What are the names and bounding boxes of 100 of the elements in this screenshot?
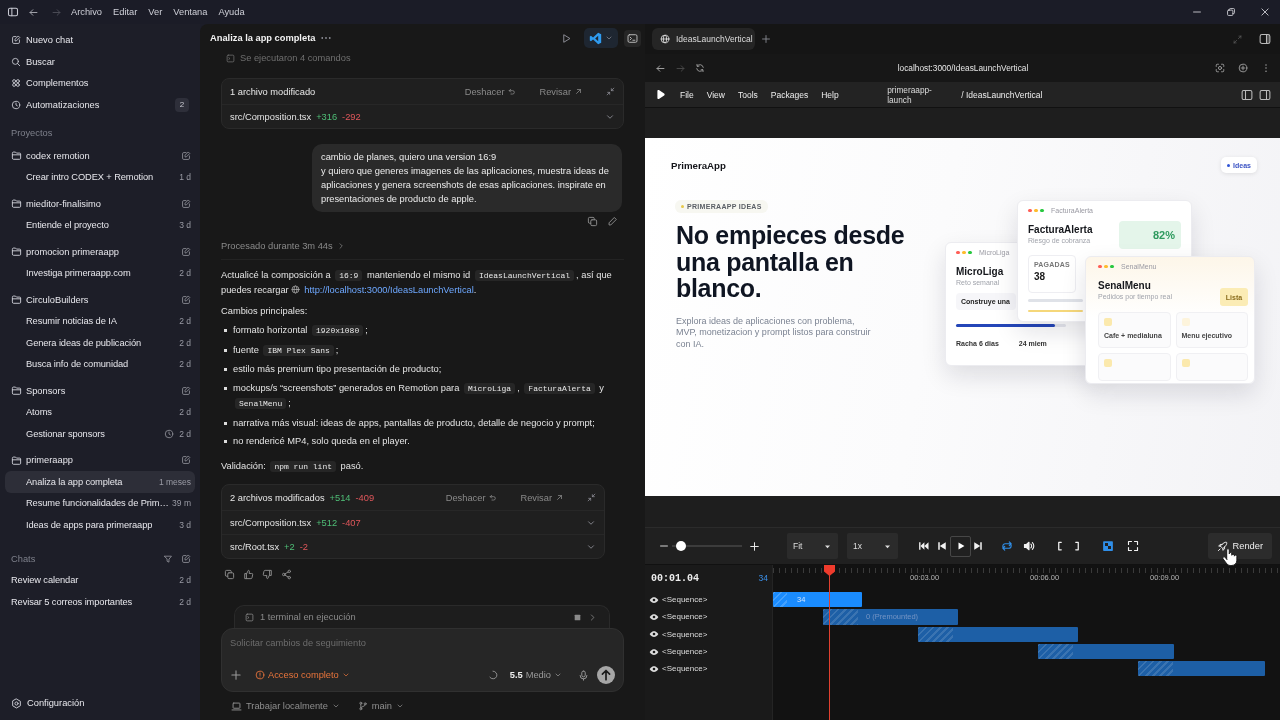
settings-item[interactable]: Configuración xyxy=(5,692,195,714)
compose-icon[interactable] xyxy=(181,455,191,466)
add-icon[interactable] xyxy=(230,669,242,681)
collapse-icon[interactable] xyxy=(587,493,596,502)
chat-item[interactable]: Genera ideas de publicación 2 d xyxy=(5,332,195,354)
checkerboard-icon[interactable] xyxy=(1102,540,1114,552)
chat-item[interactable]: Revisar 5 correos importantes 2 d xyxy=(5,591,195,613)
browser-tab[interactable]: IdeasLaunchVertical xyxy=(652,28,755,50)
pencil-icon[interactable] xyxy=(607,216,618,227)
file-row[interactable]: src/Root.tsx +2 -2 xyxy=(222,534,604,558)
play-icon[interactable] xyxy=(560,32,572,44)
sidebar-nav-item[interactable]: Nuevo chat xyxy=(5,29,195,51)
add-circle-icon[interactable] xyxy=(1238,63,1248,73)
share-icon[interactable] xyxy=(281,569,292,580)
copy-icon[interactable] xyxy=(587,216,598,227)
reload-icon[interactable] xyxy=(695,63,705,73)
eye-icon[interactable] xyxy=(649,629,659,640)
chat-item[interactable]: Ideas de apps para primeraapp 3 d xyxy=(5,514,195,536)
new-tab-icon[interactable] xyxy=(761,34,771,44)
chat-item[interactable]: Investiga primeraapp.com 2 d xyxy=(5,262,195,284)
speed-dropdown[interactable]: 1x xyxy=(847,533,898,559)
sequence-clip[interactable] xyxy=(1138,661,1265,677)
menu-item[interactable]: Tools xyxy=(731,89,765,100)
play-logo-icon[interactable] xyxy=(655,89,666,100)
slider-thumb[interactable] xyxy=(676,541,687,551)
project-item[interactable]: promocion primeraapp xyxy=(5,241,195,263)
menu-item[interactable]: Ver xyxy=(142,0,168,24)
send-icon[interactable] xyxy=(597,666,615,684)
sidebar-nav-item[interactable]: Automatizaciones 2 xyxy=(5,94,195,116)
screenshot-icon[interactable] xyxy=(1215,63,1225,73)
project-item[interactable]: CirculoBuilders xyxy=(5,289,195,311)
processed-toggle[interactable]: Procesado durante 3m 44s xyxy=(221,239,345,253)
open-in-editor-button[interactable] xyxy=(584,28,618,48)
chat-item[interactable]: Review calendar 2 d xyxy=(5,569,195,591)
file-row[interactable]: src/Composition.tsx +512 -407 xyxy=(222,510,604,534)
skip-to-start-icon[interactable] xyxy=(918,540,930,552)
compose-icon[interactable] xyxy=(181,150,191,161)
chat-item[interactable]: Resume funcionalidades de Prim… 39 m xyxy=(5,492,195,514)
workspace-dropdown[interactable]: Trabajar localmente xyxy=(231,700,340,712)
compose-icon[interactable] xyxy=(181,553,191,564)
step-back-icon[interactable] xyxy=(936,540,948,552)
url-field[interactable]: localhost:3000/IdeasLaunchVertical xyxy=(897,63,1029,73)
fit-dropdown[interactable]: Fit xyxy=(787,533,838,559)
play-button[interactable] xyxy=(950,535,971,557)
back-arrow-icon[interactable] xyxy=(28,6,39,18)
menu-item[interactable]: Packages xyxy=(764,89,815,100)
back-arrow-icon[interactable] xyxy=(655,62,666,74)
sequence-clip[interactable] xyxy=(918,626,1078,642)
chat-item[interactable]: Analiza la app completa 1 meses xyxy=(5,471,195,493)
compose-icon[interactable] xyxy=(181,198,191,209)
zoom-in-icon[interactable] xyxy=(749,540,760,552)
restore-icon[interactable] xyxy=(1226,7,1236,17)
menu-item[interactable]: Editar xyxy=(107,0,143,24)
sidebar-nav-item[interactable]: Buscar xyxy=(5,51,195,73)
thumbs-down-icon[interactable] xyxy=(262,569,273,580)
message-input[interactable]: Solicitar cambios de seguimiento xyxy=(230,636,615,650)
sidebar-toggle-icon[interactable] xyxy=(7,6,19,18)
branch-dropdown[interactable]: main xyxy=(357,701,404,711)
in-point-icon[interactable] xyxy=(1055,541,1065,551)
copy-icon[interactable] xyxy=(224,569,235,580)
sequence-clip[interactable] xyxy=(1038,643,1174,660)
chat-item[interactable]: Busca info de comunidad 2 d xyxy=(5,353,195,375)
eye-icon[interactable] xyxy=(649,646,659,657)
compose-icon[interactable] xyxy=(181,385,191,396)
project-item[interactable]: primeraapp xyxy=(5,449,195,471)
left-panel-icon[interactable] xyxy=(1241,88,1253,101)
menu-item[interactable]: File xyxy=(673,89,701,100)
playhead[interactable] xyxy=(824,565,835,720)
fullscreen-icon[interactable] xyxy=(1127,540,1139,552)
menu-item[interactable]: Ventana xyxy=(167,0,213,24)
chat-item[interactable]: Resumir noticias de IA 2 d xyxy=(5,310,195,332)
loop-icon[interactable] xyxy=(1001,540,1013,552)
chat-item[interactable]: Gestionar sponsors 2 d xyxy=(5,423,195,445)
chat-item[interactable]: Crear intro CODEX + Remotion 1 d xyxy=(5,166,195,188)
menu-item[interactable]: View xyxy=(700,89,732,100)
filter-icon[interactable] xyxy=(163,553,173,564)
stop-icon[interactable] xyxy=(573,612,582,622)
thumbs-up-icon[interactable] xyxy=(243,569,254,580)
out-point-icon[interactable] xyxy=(1072,541,1082,551)
eye-icon[interactable] xyxy=(649,594,659,605)
access-dropdown[interactable]: Acceso completo xyxy=(255,670,350,680)
compose-icon[interactable] xyxy=(181,246,191,257)
review-button[interactable]: Revisar xyxy=(539,86,583,97)
compose-icon[interactable] xyxy=(181,294,191,305)
sidebar-nav-item[interactable]: Complementos xyxy=(5,72,195,94)
menu-item[interactable]: Archivo xyxy=(65,0,108,24)
url-link[interactable]: http://localhost:3000/IdeasLaunchVertical xyxy=(291,285,474,295)
right-panel-icon[interactable] xyxy=(1259,88,1271,101)
review-button[interactable]: Revisar xyxy=(520,492,564,503)
project-item[interactable]: mieditor-finalisimo xyxy=(5,193,195,215)
mic-icon[interactable] xyxy=(578,669,589,681)
undo-button[interactable]: Deshacer xyxy=(445,492,498,503)
step-forward-icon[interactable] xyxy=(972,540,984,552)
close-icon[interactable] xyxy=(1260,7,1270,17)
menu-item[interactable]: Ayuda xyxy=(212,0,251,24)
eye-icon[interactable] xyxy=(649,663,659,674)
chat-item[interactable]: Entiende el proyecto 3 d xyxy=(5,214,195,236)
menu-item[interactable]: Help xyxy=(814,89,846,100)
chat-item[interactable]: Atoms 2 d xyxy=(5,401,195,423)
project-item[interactable]: Sponsors xyxy=(5,380,195,402)
